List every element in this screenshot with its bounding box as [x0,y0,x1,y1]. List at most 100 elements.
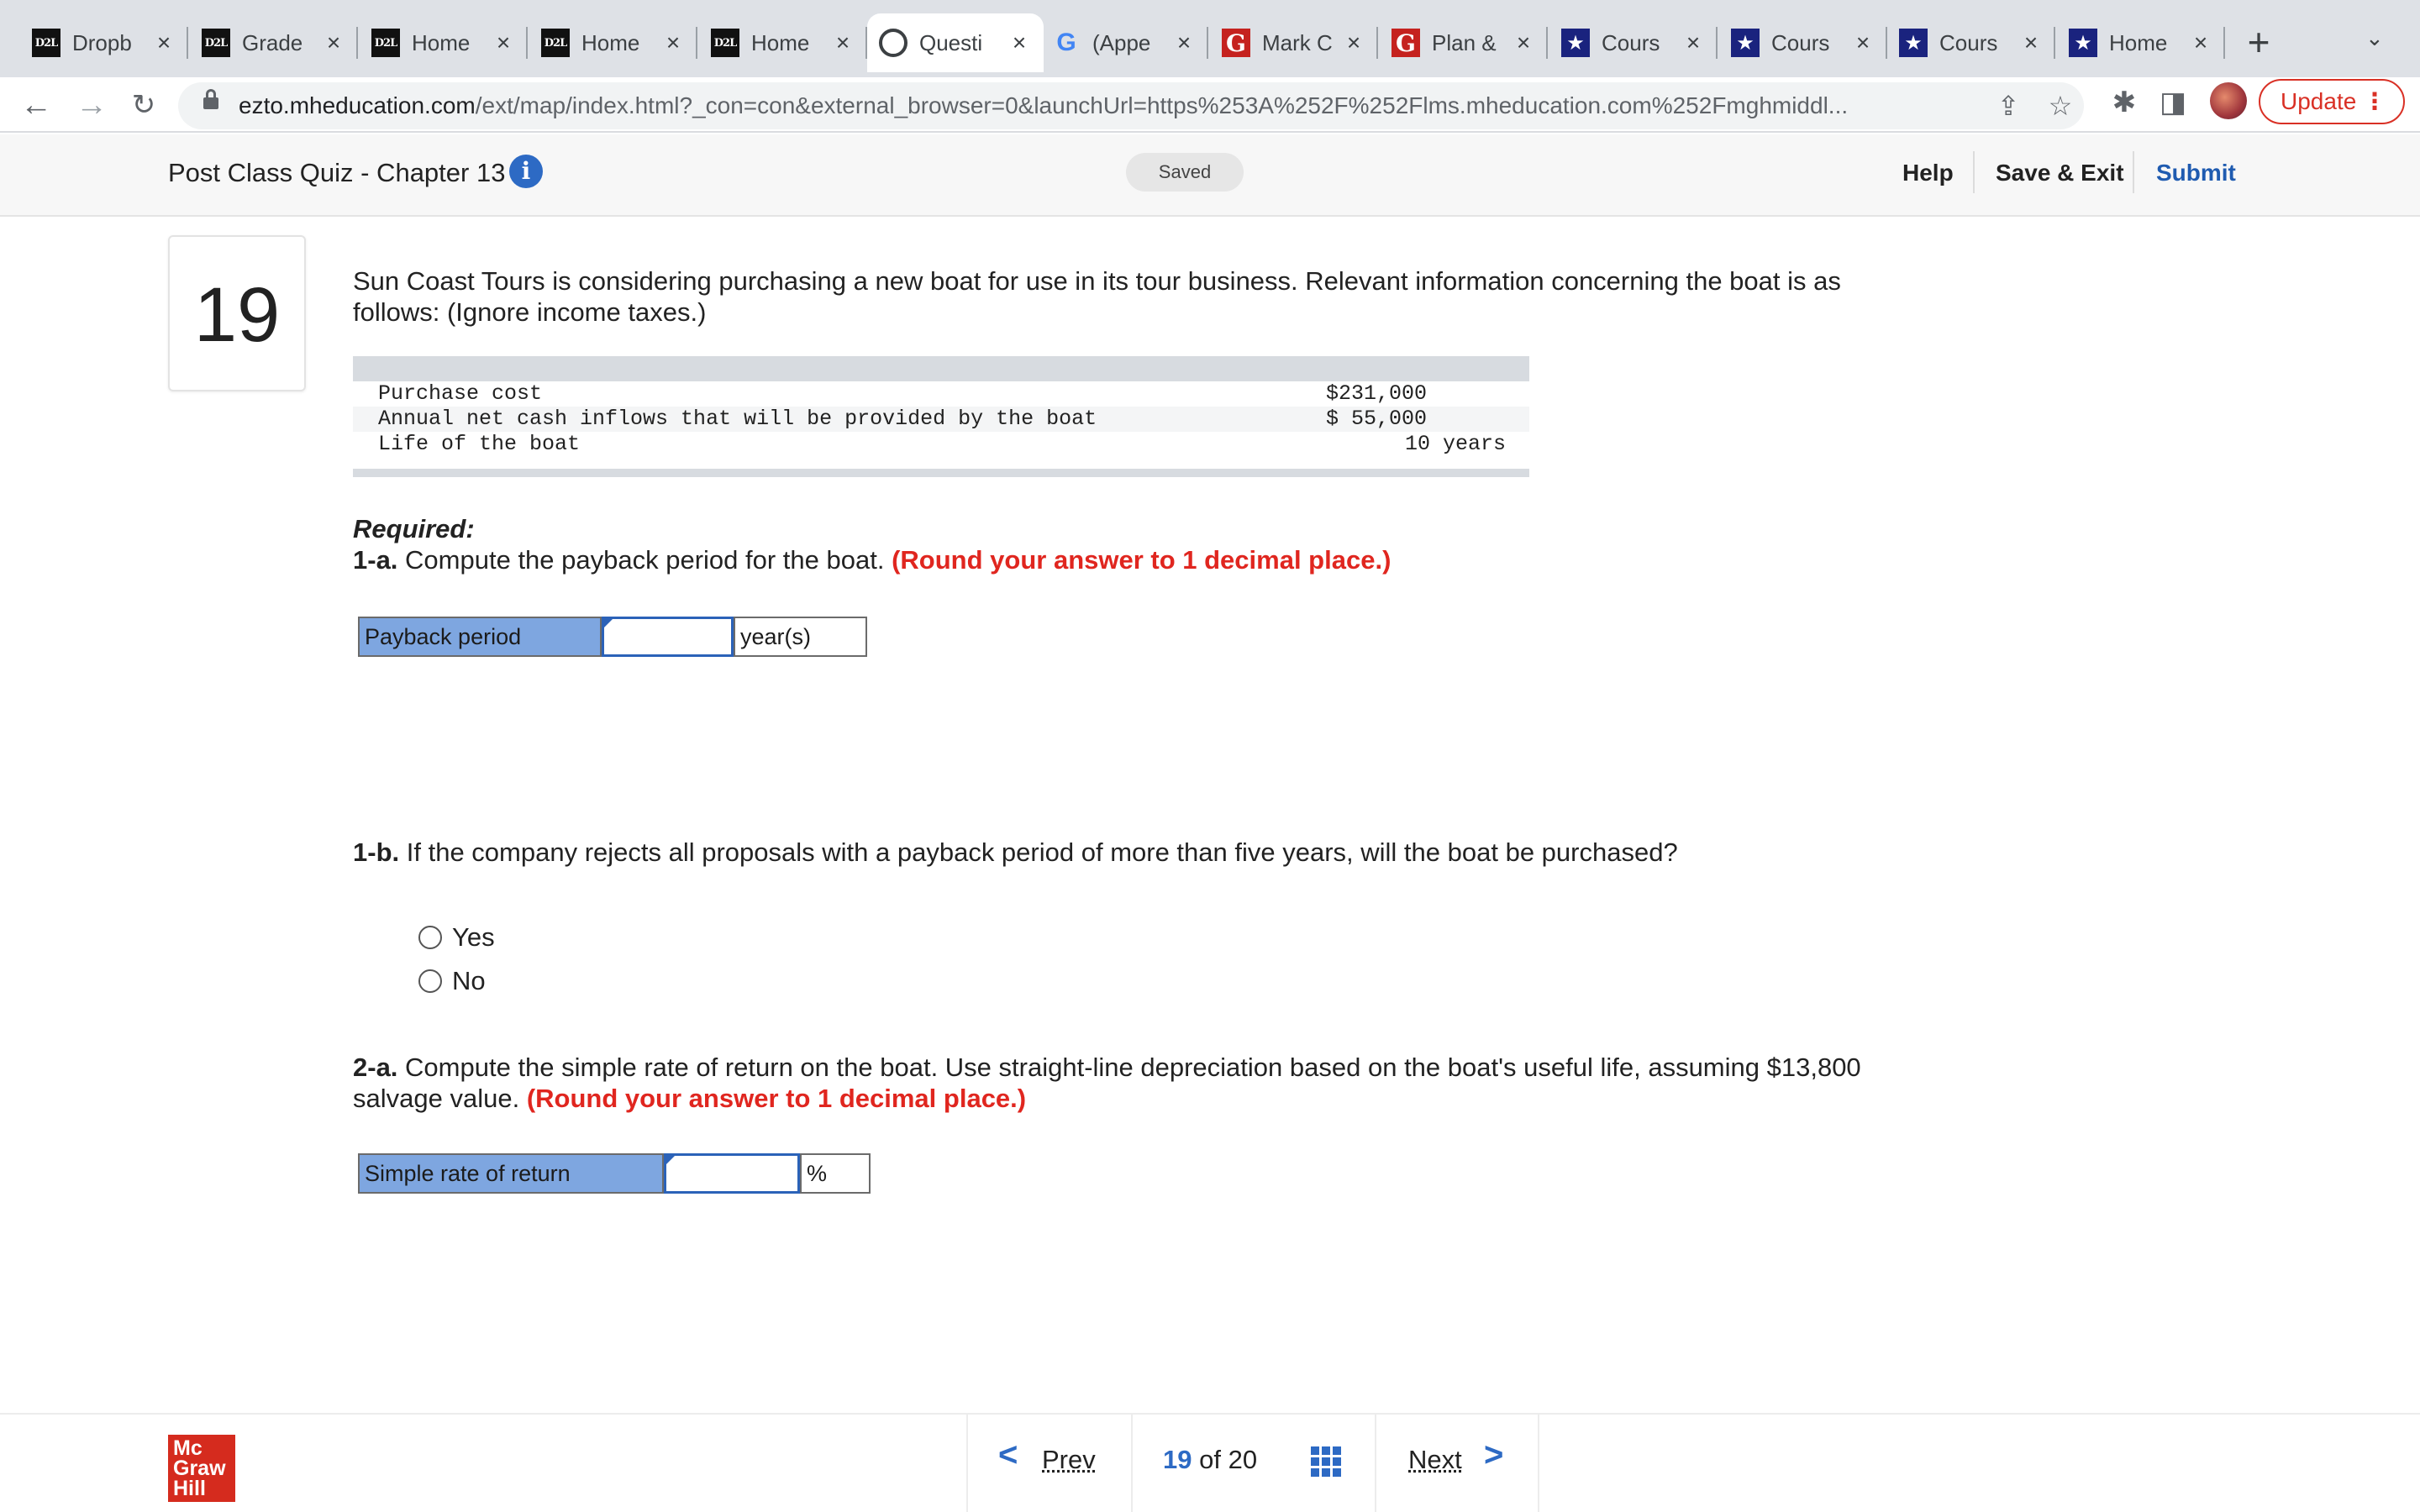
browser-tab[interactable]: ★ Home × [2057,13,2225,72]
browser-tab[interactable]: D2L Home × [529,13,697,72]
tab-title: Home [581,29,640,55]
payback-period-answer-row: Payback period year(s) [358,617,867,657]
share-icon[interactable]: ⇪ [1993,91,2023,121]
back-arrow-icon[interactable]: ← [15,84,57,126]
chevron-right-icon[interactable]: > [1484,1436,1503,1474]
browser-tab[interactable]: G Mark C × [1210,13,1378,72]
tab-title: (Appe [1092,29,1151,55]
help-link[interactable]: Help [1902,160,1954,186]
close-icon[interactable]: × [151,29,176,56]
browser-tab[interactable]: Questi × [867,13,1044,72]
more-menu-icon: ⋮ [2363,88,2386,114]
simple-rate-answer-row: Simple rate of return % [358,1153,871,1194]
simple-rate-input[interactable] [664,1153,800,1194]
save-exit-link[interactable]: Save & Exit [1996,160,2124,186]
close-icon[interactable]: × [1171,29,1197,56]
tab-title: Grade [242,29,303,55]
radio-option-no[interactable]: No [418,966,486,996]
saved-status-badge: Saved [1126,153,1244,192]
question-pager: < Prev 19 of 20 Next > [966,1415,1539,1512]
new-tab-button[interactable]: + [2235,18,2282,66]
close-icon[interactable]: × [2018,29,2044,56]
required-heading: Required: [353,514,475,543]
browser-tab[interactable]: D2L Home × [360,13,528,72]
question-intro: Sun Coast Tours is considering purchasin… [353,266,1841,327]
question-grid-icon[interactable] [1311,1446,1341,1477]
prev-link[interactable]: Prev [1042,1445,1096,1475]
quiz-title: Post Class Quiz - Chapter 13 [168,158,506,187]
browser-tab[interactable]: G Plan & × [1380,13,1548,72]
table-row: Life of the boat 10 years [378,432,1507,456]
close-icon[interactable]: × [1511,29,1536,56]
radio-circle-icon[interactable] [418,926,442,949]
part-2a-prompt: 2-a. Compute the simple rate of return o… [353,1053,1861,1113]
close-icon[interactable]: × [2188,29,2213,56]
g-red-icon: G [1392,29,1420,57]
pager-divider [1131,1415,1133,1512]
part-1b-prompt: 1-b. If the company rejects all proposal… [353,837,1678,867]
browser-tab[interactable]: ★ Cours × [1887,13,2055,72]
close-icon[interactable]: × [1341,29,1366,56]
tab-separator [1546,27,1548,59]
tab-search-chevron-icon[interactable]: ⌄ [2365,25,2384,51]
tab-separator [356,27,358,59]
question-number: 19 [168,235,306,391]
close-icon[interactable]: × [660,29,686,56]
table-header-bar [353,356,1529,381]
tab-separator [2054,27,2055,59]
url-text[interactable]: ezto.mheducation.com/ext/map/index.html?… [239,82,1970,129]
tab-separator [696,27,697,59]
update-button[interactable]: Update ⋮ [2259,79,2405,124]
browser-tab[interactable]: D2L Grade × [190,13,358,72]
close-icon[interactable]: × [1850,29,1876,56]
close-icon[interactable]: × [830,29,855,56]
header-divider [1973,151,1975,193]
close-icon[interactable]: × [1681,29,1706,56]
payback-period-input[interactable] [602,617,734,657]
tab-title: Cours [1771,29,1830,55]
globe-icon [879,29,908,57]
info-icon[interactable]: i [509,155,543,188]
browser-tab[interactable]: ★ Cours × [1549,13,1718,72]
part-1a-prompt: 1-a. Compute the payback period for the … [353,545,1392,575]
table-footer-bar [353,469,1529,477]
extensions-puzzle-icon[interactable]: ✱ [2107,86,2141,119]
radio-circle-icon[interactable] [418,969,442,993]
tab-title: Cours [1939,29,1998,55]
boat-info-table: Purchase cost $231,000 Annual net cash i… [353,356,1529,477]
header-divider [2133,151,2134,193]
d2l-icon: D2L [711,29,739,57]
d2l-icon: D2L [371,29,400,57]
tab-separator [526,27,528,59]
bookmark-star-icon[interactable]: ☆ [2045,91,2075,121]
chevron-left-icon[interactable]: < [998,1436,1018,1474]
browser-tab[interactable]: D2L Dropb × [20,13,188,72]
close-icon[interactable]: × [321,29,346,56]
lock-icon [203,89,218,113]
browser-tab[interactable]: G (Appe × [1040,13,1208,72]
simple-rate-field[interactable] [666,1156,797,1191]
forward-arrow-icon[interactable]: → [71,84,113,126]
side-panel-icon[interactable]: ◨ [2156,86,2190,119]
tab-title: Home [751,29,810,55]
simple-rate-label: Simple rate of return [360,1155,664,1192]
submit-link[interactable]: Submit [2156,160,2236,186]
radio-option-yes[interactable]: Yes [418,922,495,953]
star-icon: ★ [1899,29,1928,57]
close-icon[interactable]: × [1007,29,1032,56]
next-link[interactable]: Next [1408,1445,1462,1475]
close-icon[interactable]: × [491,29,516,56]
tab-title: Cours [1602,29,1660,55]
reload-icon[interactable]: ↻ [123,84,165,126]
address-bar[interactable]: ezto.mheducation.com/ext/map/index.html?… [178,82,2084,129]
browser-tab[interactable]: D2L Home × [699,13,867,72]
tab-title: Home [412,29,471,55]
profile-avatar[interactable] [2210,82,2247,119]
tab-title: Questi [919,29,983,55]
mcgraw-hill-logo: Mc Graw Hill [168,1435,235,1502]
tab-separator [1376,27,1378,59]
payback-period-field[interactable] [604,619,732,654]
browser-tab[interactable]: ★ Cours × [1719,13,1887,72]
table-row: Annual net cash inflows that will be pro… [353,407,1529,432]
tab-separator [2223,27,2225,59]
